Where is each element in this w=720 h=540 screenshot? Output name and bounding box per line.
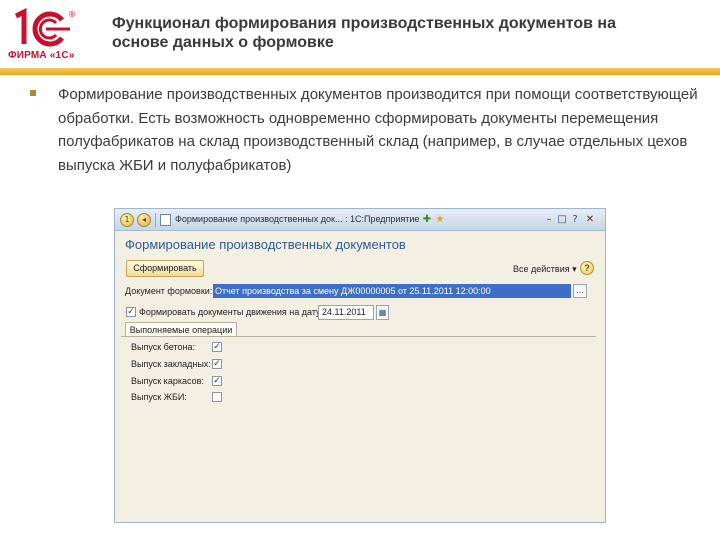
- maximize-icon[interactable]: □: [556, 214, 568, 226]
- title-divider: [0, 68, 720, 75]
- operation-label-embedded: Выпуск закладных:: [131, 359, 211, 369]
- movement-date-checkbox[interactable]: ✓: [126, 307, 136, 317]
- logo-1c-mark: [14, 8, 70, 47]
- slide-title: Функционал формирования производственных…: [112, 15, 616, 51]
- star-icon[interactable]: ★: [434, 214, 446, 226]
- bullet-text: Формирование производственных документов…: [58, 86, 698, 174]
- add-to-favorites-icon[interactable]: ✚: [421, 214, 433, 226]
- document-field[interactable]: Отчет производства за смену ДЖ00000005 о…: [213, 284, 571, 298]
- operation-label-concrete: Выпуск бетона:: [131, 342, 195, 352]
- close-icon[interactable]: ✕: [584, 214, 596, 226]
- operation-checkbox-rc-products[interactable]: [212, 392, 222, 402]
- operation-checkbox-frames[interactable]: ✓: [212, 376, 222, 386]
- calendar-icon[interactable]: ▦: [376, 305, 389, 320]
- toolbar-separator: [155, 213, 156, 227]
- window-title: Формирование производственных док... : 1…: [175, 214, 420, 224]
- movement-date-label: Формировать документы движения на дату:: [139, 307, 324, 317]
- movement-date-field[interactable]: 24.11.2011: [318, 305, 374, 320]
- all-actions-menu[interactable]: Все действия ▾: [513, 264, 577, 275]
- operation-checkbox-concrete[interactable]: ✓: [212, 342, 222, 352]
- form-title: Формирование производственных документов: [125, 237, 406, 252]
- operation-label-rc-products: Выпуск ЖБИ:: [131, 392, 187, 402]
- form-help-icon[interactable]: ?: [580, 261, 594, 275]
- app-window: 1 ◂ Формирование производственных док...…: [114, 208, 606, 523]
- operation-label-frames: Выпуск каркасов:: [131, 376, 204, 386]
- logo-1c: ® ФИРМА «1С»: [8, 8, 76, 64]
- generate-button[interactable]: Сформировать: [126, 260, 204, 277]
- document-field-label: Документ формовки:: [125, 286, 213, 296]
- bullet-marker: [30, 90, 36, 96]
- document-icon: [160, 214, 171, 226]
- operation-checkbox-embedded[interactable]: ✓: [212, 359, 222, 369]
- window-titlebar: 1 ◂ Формирование производственных док...…: [115, 209, 605, 231]
- back-arrow-icon[interactable]: ◂: [137, 213, 151, 227]
- logo-company-name: ФИРМА «1С»: [8, 50, 75, 61]
- menu-1c-button[interactable]: 1: [120, 213, 134, 227]
- minimize-icon[interactable]: –: [543, 214, 555, 226]
- help-icon[interactable]: ?: [569, 214, 581, 226]
- registered-mark: ®: [68, 10, 76, 19]
- document-select-button[interactable]: ...: [573, 284, 587, 298]
- tab-operations[interactable]: Выполняемые операции: [125, 322, 237, 337]
